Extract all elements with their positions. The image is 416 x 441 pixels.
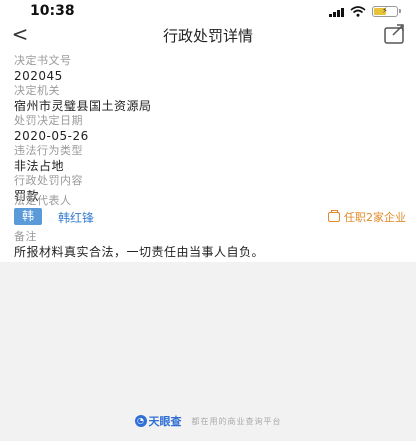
field-remark: 备注 所报材料真实合法，一切责任由当事人自负。 (14, 230, 264, 260)
footer-logo-text: 天眼查 (148, 415, 182, 428)
authority-value: 宿州市灵璧县国土资源局 (14, 99, 152, 113)
legal-rep-name-link[interactable]: 韩红锋 (58, 209, 94, 226)
field-legal-rep: 法定代表人 (14, 194, 72, 208)
decision-date-value: 2020-05-26 (14, 129, 89, 143)
footer: ◔ 天眼查 都在用的商业查询平台 (0, 412, 416, 430)
field-decision-date: 处罚决定日期 2020-05-26 (14, 114, 89, 144)
status-bar: 10:38 ⚡ (0, 0, 416, 22)
footer-logo: ◔ 天眼查 (134, 413, 182, 429)
legal-rep-row: 韩 韩红锋 任职2家企业 (14, 208, 406, 226)
positions-link[interactable]: 任职2家企业 (328, 209, 406, 225)
violation-type-value: 非法占地 (14, 159, 65, 173)
page-title: 行政处罚详情 (162, 27, 253, 45)
wifi-icon (350, 6, 366, 17)
avatar: 韩 (14, 208, 42, 225)
decision-date-label: 处罚决定日期 (14, 114, 83, 127)
status-icons: ⚡ (329, 6, 401, 17)
field-decision-no: 决定书文号 202045 (14, 54, 72, 84)
field-violation-type: 违法行为类型 非法占地 (14, 144, 83, 174)
remark-value: 所报材料真实合法，一切责任由当事人自负。 (14, 245, 265, 259)
nav-bar: < 行政处罚详情 (0, 22, 416, 48)
legal-rep-label: 法定代表人 (14, 194, 72, 207)
remark-label: 备注 (14, 230, 37, 243)
briefcase-icon (328, 210, 340, 222)
footer-slogan: 都在用的商业查询平台 (191, 416, 282, 426)
logo-icon: ◔ (134, 415, 147, 427)
positions-link-label: 任职2家企业 (344, 211, 406, 224)
penalty-content-label: 行政处罚内容 (14, 174, 83, 187)
decision-no-value: 202045 (14, 69, 63, 83)
violation-type-label: 违法行为类型 (14, 144, 83, 157)
share-icon[interactable] (382, 22, 408, 46)
field-authority: 决定机关 宿州市灵璧县国土资源局 (14, 84, 152, 114)
status-time: 10:38 (30, 3, 75, 19)
signal-icon (329, 7, 344, 17)
decision-no-label: 决定书文号 (14, 54, 72, 67)
battery-icon: ⚡ (372, 6, 401, 17)
authority-label: 决定机关 (14, 84, 60, 97)
